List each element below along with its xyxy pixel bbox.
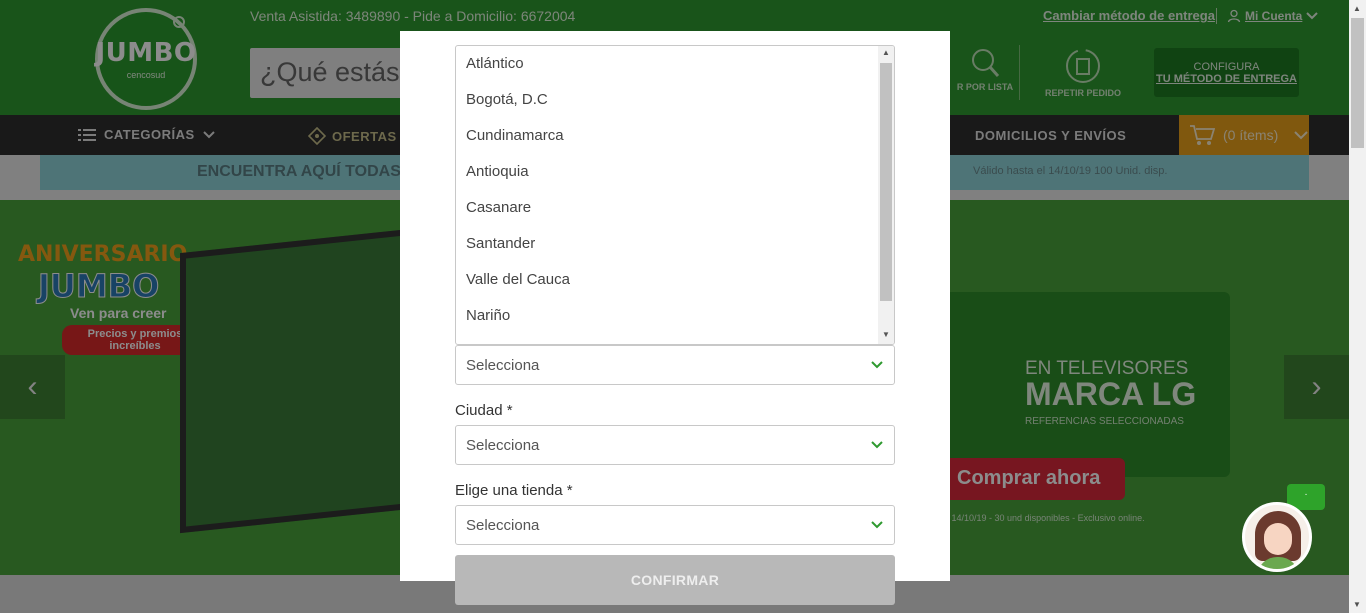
city-select[interactable]: Selecciona bbox=[455, 425, 895, 465]
dropdown-option[interactable]: Antioquia bbox=[456, 154, 894, 190]
dropdown-option[interactable]: Cundinamarca bbox=[456, 118, 894, 154]
department-select[interactable]: Selecciona bbox=[455, 345, 895, 385]
page-scrollbar[interactable]: ▲ ▼ bbox=[1349, 0, 1366, 613]
scroll-down-arrow[interactable]: ▼ bbox=[882, 330, 890, 339]
delivery-method-modal: Atlántico Bogotá, D.C Cundinamarca Antio… bbox=[400, 31, 950, 581]
confirm-button[interactable]: CONFIRMAR bbox=[455, 555, 895, 605]
city-label: Ciudad * bbox=[455, 402, 513, 419]
chevron-down-icon bbox=[871, 441, 883, 449]
city-select-value: Selecciona bbox=[466, 437, 540, 454]
chevron-down-icon bbox=[871, 361, 883, 369]
scroll-up-arrow[interactable]: ▲ bbox=[1353, 4, 1361, 13]
chat-assistant-avatar[interactable] bbox=[1242, 502, 1312, 572]
dropdown-option[interactable]: Valle del Cauca bbox=[456, 262, 894, 298]
dropdown-option[interactable]: Bogotá, D.C bbox=[456, 82, 894, 118]
department-dropdown-list[interactable]: Atlántico Bogotá, D.C Cundinamarca Antio… bbox=[455, 45, 895, 345]
dropdown-option[interactable]: Santander bbox=[456, 226, 894, 262]
department-select-value: Selecciona bbox=[466, 357, 540, 374]
scrollbar-thumb[interactable] bbox=[880, 63, 892, 301]
dropdown-option[interactable]: Casanare bbox=[456, 190, 894, 226]
dropdown-option[interactable]: Nariño bbox=[456, 298, 894, 334]
scroll-up-arrow[interactable]: ▲ bbox=[882, 48, 890, 57]
avatar-face bbox=[1264, 523, 1292, 555]
store-label: Elige una tienda * bbox=[455, 482, 573, 499]
store-select[interactable]: Selecciona bbox=[455, 505, 895, 545]
store-select-value: Selecciona bbox=[466, 517, 540, 534]
chevron-down-icon bbox=[871, 521, 883, 529]
dropdown-option[interactable]: Atlántico bbox=[456, 46, 894, 82]
scroll-down-arrow[interactable]: ▼ bbox=[1353, 600, 1361, 609]
dropdown-scrollbar[interactable]: ▲ ▼ bbox=[878, 46, 894, 344]
scrollbar-thumb[interactable] bbox=[1351, 18, 1364, 148]
